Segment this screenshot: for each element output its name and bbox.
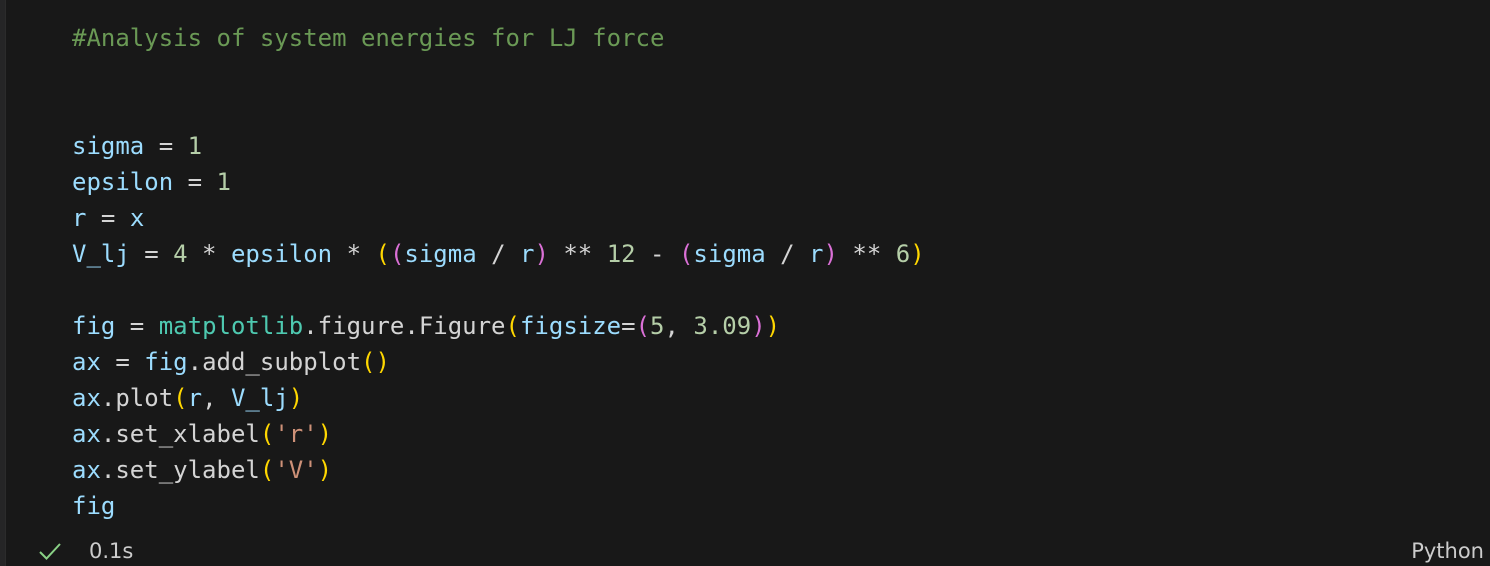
code-token: ( bbox=[259, 420, 275, 448]
code-token: fig bbox=[72, 312, 116, 340]
code-token: 6 bbox=[895, 240, 911, 268]
notebook-code-cell[interactable]: #Analysis of system energies for LJ forc… bbox=[0, 0, 1490, 566]
code-token: ax bbox=[72, 456, 101, 484]
code-line[interactable]: sigma = 1 bbox=[72, 128, 925, 164]
code-token: epsilon bbox=[230, 240, 333, 268]
code-token: ) bbox=[765, 312, 781, 340]
code-token: = bbox=[100, 348, 145, 376]
code-token: 'r' bbox=[274, 420, 318, 448]
code-line[interactable]: #Analysis of system energies for LJ forc… bbox=[72, 20, 925, 56]
code-token: ax bbox=[72, 420, 101, 448]
check-icon bbox=[39, 543, 61, 560]
code-token: .set_ylabel bbox=[100, 456, 260, 484]
code-token: - bbox=[635, 240, 679, 268]
code-token: .add_subplot bbox=[187, 348, 362, 376]
code-token: .plot bbox=[100, 384, 174, 412]
code-token: * bbox=[187, 240, 231, 268]
code-token: 12 bbox=[606, 240, 636, 268]
execution-time: 0.1s bbox=[89, 539, 134, 563]
code-token: ) bbox=[751, 312, 766, 340]
code-token: = bbox=[621, 312, 636, 340]
code-line[interactable]: ax = fig.add_subplot() bbox=[72, 344, 925, 380]
code-token: * bbox=[332, 240, 376, 268]
code-token: ax bbox=[72, 348, 101, 376]
code-line[interactable]: epsilon = 1 bbox=[72, 164, 925, 200]
code-token: 1 bbox=[216, 168, 231, 196]
code-token: #Analysis of system energies for LJ forc… bbox=[72, 24, 665, 52]
code-token: () bbox=[361, 348, 390, 376]
code-token: / bbox=[765, 240, 810, 268]
code-token: ) bbox=[317, 456, 333, 484]
code-line[interactable]: ax.set_xlabel('r') bbox=[72, 416, 925, 452]
code-token: sigma bbox=[404, 240, 477, 268]
code-token: sigma bbox=[693, 240, 766, 268]
code-token: V_lj bbox=[72, 240, 130, 268]
code-line[interactable]: ax.plot(r, V_lj) bbox=[72, 380, 925, 416]
code-token: r bbox=[72, 204, 87, 232]
code-token: ** bbox=[837, 240, 896, 268]
code-token: 1 bbox=[187, 132, 203, 160]
code-token: ( bbox=[505, 312, 520, 340]
code-token: 'V' bbox=[274, 456, 318, 484]
code-token: ( bbox=[389, 240, 405, 268]
code-token: / bbox=[476, 240, 520, 268]
code-token: r bbox=[520, 240, 535, 268]
code-token: ) bbox=[317, 420, 333, 448]
code-token: 3.09 bbox=[693, 312, 752, 340]
code-token: ) bbox=[823, 240, 838, 268]
cell-left-border bbox=[0, 0, 6, 566]
code-line[interactable] bbox=[72, 272, 925, 308]
code-token: , bbox=[202, 384, 231, 412]
code-token: fig bbox=[144, 348, 188, 376]
code-token: ) bbox=[288, 384, 304, 412]
language-label[interactable]: Python bbox=[1411, 539, 1484, 563]
code-token: .set_xlabel bbox=[100, 420, 260, 448]
code-token: = bbox=[115, 312, 159, 340]
code-token: ( bbox=[259, 456, 275, 484]
code-token: ) bbox=[910, 240, 925, 268]
code-token: ( bbox=[173, 384, 188, 412]
code-line[interactable] bbox=[72, 92, 925, 128]
code-line[interactable]: V_lj = 4 * epsilon * ((sigma / r) ** 12 … bbox=[72, 236, 925, 272]
code-token: = bbox=[86, 204, 130, 232]
code-token: = bbox=[173, 168, 217, 196]
code-line[interactable]: r = x bbox=[72, 200, 925, 236]
code-token: .figure.Figure bbox=[303, 312, 506, 340]
code-token: ) bbox=[534, 240, 549, 268]
cell-status-bar: 0.1s Python bbox=[0, 535, 1490, 566]
code-token: = bbox=[144, 132, 188, 160]
code-token: ( bbox=[635, 312, 651, 340]
code-token: 5 bbox=[650, 312, 665, 340]
code-token: epsilon bbox=[72, 168, 174, 196]
code-token: sigma bbox=[72, 132, 145, 160]
code-token: r bbox=[809, 240, 824, 268]
code-token: 4 bbox=[173, 240, 188, 268]
code-editor[interactable]: #Analysis of system energies for LJ forc… bbox=[72, 20, 925, 524]
code-line[interactable] bbox=[72, 56, 925, 92]
code-token: x bbox=[129, 204, 145, 232]
code-token: matplotlib bbox=[158, 312, 304, 340]
code-token: ax bbox=[72, 384, 101, 412]
code-token: ( bbox=[375, 240, 390, 268]
code-token: ** bbox=[548, 240, 607, 268]
code-token: , bbox=[664, 312, 694, 340]
code-token: = bbox=[129, 240, 174, 268]
code-line[interactable]: ax.set_ylabel('V') bbox=[72, 452, 925, 488]
code-token: ( bbox=[678, 240, 694, 268]
code-token: figsize bbox=[519, 312, 622, 340]
code-token: V_lj bbox=[230, 384, 289, 412]
code-token: fig bbox=[72, 492, 116, 520]
code-token: r bbox=[187, 384, 203, 412]
code-line[interactable]: fig bbox=[72, 488, 925, 524]
code-line[interactable]: fig = matplotlib.figure.Figure(figsize=(… bbox=[72, 308, 925, 344]
